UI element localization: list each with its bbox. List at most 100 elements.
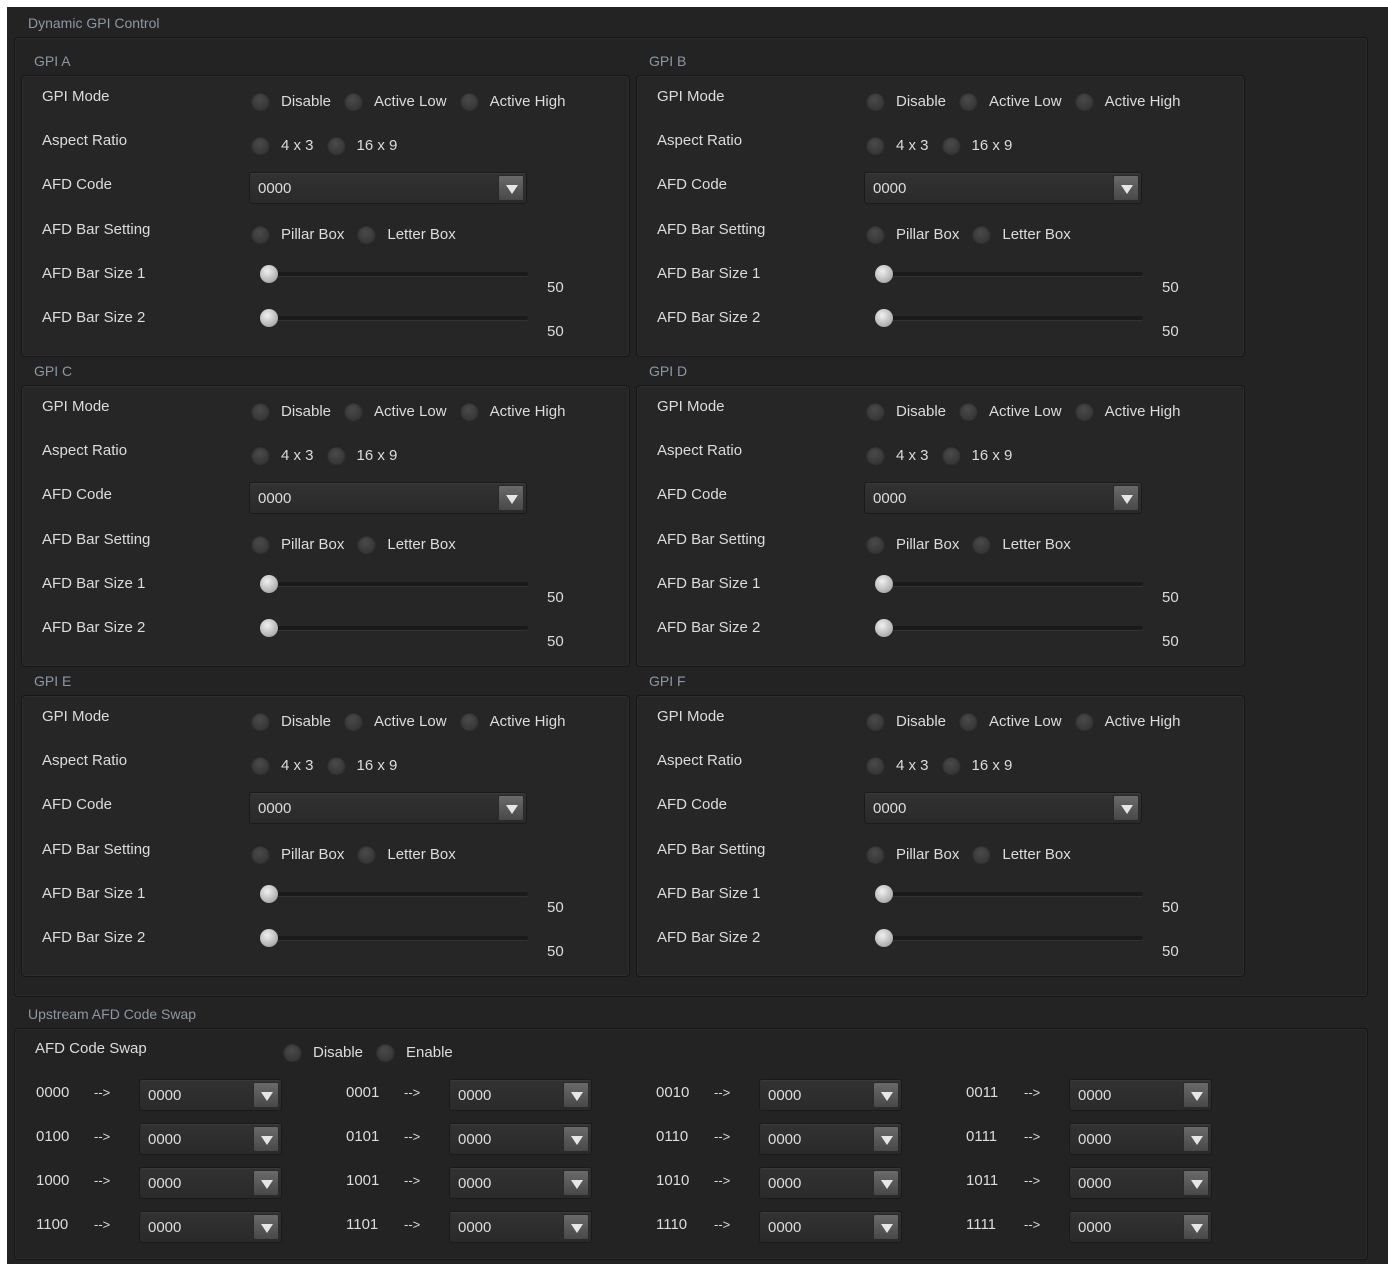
pillar-box-radio[interactable] — [251, 845, 270, 864]
chevron-down-icon[interactable] — [498, 485, 524, 511]
swap-code-0010-select[interactable]: 0000 — [759, 1079, 902, 1111]
slider-thumb[interactable] — [260, 929, 278, 947]
chevron-down-icon[interactable] — [253, 1082, 279, 1108]
chevron-down-icon[interactable] — [253, 1126, 279, 1152]
slider-thumb[interactable] — [260, 885, 278, 903]
4-x-3-radio[interactable] — [251, 446, 270, 465]
active-high-radio[interactable] — [459, 402, 479, 421]
chevron-down-icon[interactable] — [563, 1214, 589, 1240]
pillar-box-radio[interactable] — [866, 535, 885, 554]
active-low-radio[interactable] — [959, 712, 979, 731]
afd-code-select[interactable]: 0000 — [864, 172, 1142, 204]
afd-code-select[interactable]: 0000 — [864, 482, 1142, 514]
active-low-radio[interactable] — [344, 402, 364, 421]
4-x-3-radio[interactable] — [251, 756, 270, 775]
swap-code-0110-select[interactable]: 0000 — [759, 1123, 902, 1155]
slider-thumb[interactable] — [260, 619, 278, 637]
slider-thumb[interactable] — [875, 929, 893, 947]
swap-code-0011-select[interactable]: 0000 — [1069, 1079, 1212, 1111]
chevron-down-icon[interactable] — [873, 1082, 899, 1108]
disable-radio[interactable] — [251, 402, 270, 421]
16-x-9-radio[interactable] — [941, 756, 961, 775]
16-x-9-radio[interactable] — [326, 756, 346, 775]
letter-box-radio[interactable] — [357, 225, 377, 244]
swap-code-1110-select[interactable]: 0000 — [759, 1211, 902, 1243]
chevron-down-icon[interactable] — [873, 1170, 899, 1196]
swap-code-0000-select[interactable]: 0000 — [139, 1079, 282, 1111]
swap-code-1010-select[interactable]: 0000 — [759, 1167, 902, 1199]
bar-size-1-slider[interactable] — [260, 265, 528, 283]
afd-code-select[interactable]: 0000 — [249, 792, 527, 824]
active-high-radio[interactable] — [1074, 712, 1094, 731]
4-x-3-radio[interactable] — [866, 446, 885, 465]
slider-thumb[interactable] — [260, 265, 278, 283]
letter-box-radio[interactable] — [357, 535, 377, 554]
16-x-9-radio[interactable] — [941, 446, 961, 465]
bar-size-2-slider[interactable] — [875, 929, 1143, 947]
active-low-radio[interactable] — [959, 402, 979, 421]
slider-thumb[interactable] — [875, 885, 893, 903]
chevron-down-icon[interactable] — [1183, 1082, 1209, 1108]
4-x-3-radio[interactable] — [866, 756, 885, 775]
chevron-down-icon[interactable] — [253, 1214, 279, 1240]
pillar-box-radio[interactable] — [866, 225, 885, 244]
afd-code-select[interactable]: 0000 — [249, 172, 527, 204]
active-low-radio[interactable] — [959, 92, 979, 111]
bar-size-1-slider[interactable] — [260, 575, 528, 593]
chevron-down-icon[interactable] — [563, 1126, 589, 1152]
swap-code-1011-select[interactable]: 0000 — [1069, 1167, 1212, 1199]
active-low-radio[interactable] — [344, 712, 364, 731]
swap-enable-radio[interactable] — [376, 1043, 396, 1062]
16-x-9-radio[interactable] — [326, 136, 346, 155]
swap-code-0001-select[interactable]: 0000 — [449, 1079, 592, 1111]
chevron-down-icon[interactable] — [498, 175, 524, 201]
swap-code-1101-select[interactable]: 0000 — [449, 1211, 592, 1243]
swap-code-1001-select[interactable]: 0000 — [449, 1167, 592, 1199]
letter-box-radio[interactable] — [972, 845, 992, 864]
active-high-radio[interactable] — [1074, 402, 1094, 421]
bar-size-1-slider[interactable] — [875, 885, 1143, 903]
slider-thumb[interactable] — [875, 265, 893, 283]
bar-size-1-slider[interactable] — [260, 885, 528, 903]
letter-box-radio[interactable] — [357, 845, 377, 864]
bar-size-2-slider[interactable] — [260, 619, 528, 637]
afd-code-select[interactable]: 0000 — [864, 792, 1142, 824]
active-high-radio[interactable] — [1074, 92, 1094, 111]
swap-code-1000-select[interactable]: 0000 — [139, 1167, 282, 1199]
swap-code-0101-select[interactable]: 0000 — [449, 1123, 592, 1155]
bar-size-2-slider[interactable] — [260, 929, 528, 947]
4-x-3-radio[interactable] — [251, 136, 270, 155]
bar-size-2-slider[interactable] — [875, 309, 1143, 327]
chevron-down-icon[interactable] — [1113, 175, 1139, 201]
chevron-down-icon[interactable] — [873, 1214, 899, 1240]
slider-thumb[interactable] — [875, 619, 893, 637]
pillar-box-radio[interactable] — [251, 225, 270, 244]
chevron-down-icon[interactable] — [498, 795, 524, 821]
disable-radio[interactable] — [251, 92, 270, 111]
pillar-box-radio[interactable] — [866, 845, 885, 864]
chevron-down-icon[interactable] — [1183, 1170, 1209, 1196]
active-low-radio[interactable] — [344, 92, 364, 111]
disable-radio[interactable] — [866, 712, 885, 731]
chevron-down-icon[interactable] — [563, 1170, 589, 1196]
pillar-box-radio[interactable] — [251, 535, 270, 554]
swap-code-0100-select[interactable]: 0000 — [139, 1123, 282, 1155]
afd-code-select[interactable]: 0000 — [249, 482, 527, 514]
disable-radio[interactable] — [251, 712, 270, 731]
slider-thumb[interactable] — [875, 309, 893, 327]
bar-size-1-slider[interactable] — [875, 265, 1143, 283]
letter-box-radio[interactable] — [972, 535, 992, 554]
chevron-down-icon[interactable] — [1183, 1126, 1209, 1152]
bar-size-2-slider[interactable] — [260, 309, 528, 327]
chevron-down-icon[interactable] — [253, 1170, 279, 1196]
bar-size-1-slider[interactable] — [875, 575, 1143, 593]
chevron-down-icon[interactable] — [563, 1082, 589, 1108]
chevron-down-icon[interactable] — [1183, 1214, 1209, 1240]
disable-radio[interactable] — [866, 92, 885, 111]
disable-radio[interactable] — [866, 402, 885, 421]
swap-code-0111-select[interactable]: 0000 — [1069, 1123, 1212, 1155]
swap-code-1100-select[interactable]: 0000 — [139, 1211, 282, 1243]
chevron-down-icon[interactable] — [1113, 485, 1139, 511]
slider-thumb[interactable] — [875, 575, 893, 593]
active-high-radio[interactable] — [459, 92, 479, 111]
